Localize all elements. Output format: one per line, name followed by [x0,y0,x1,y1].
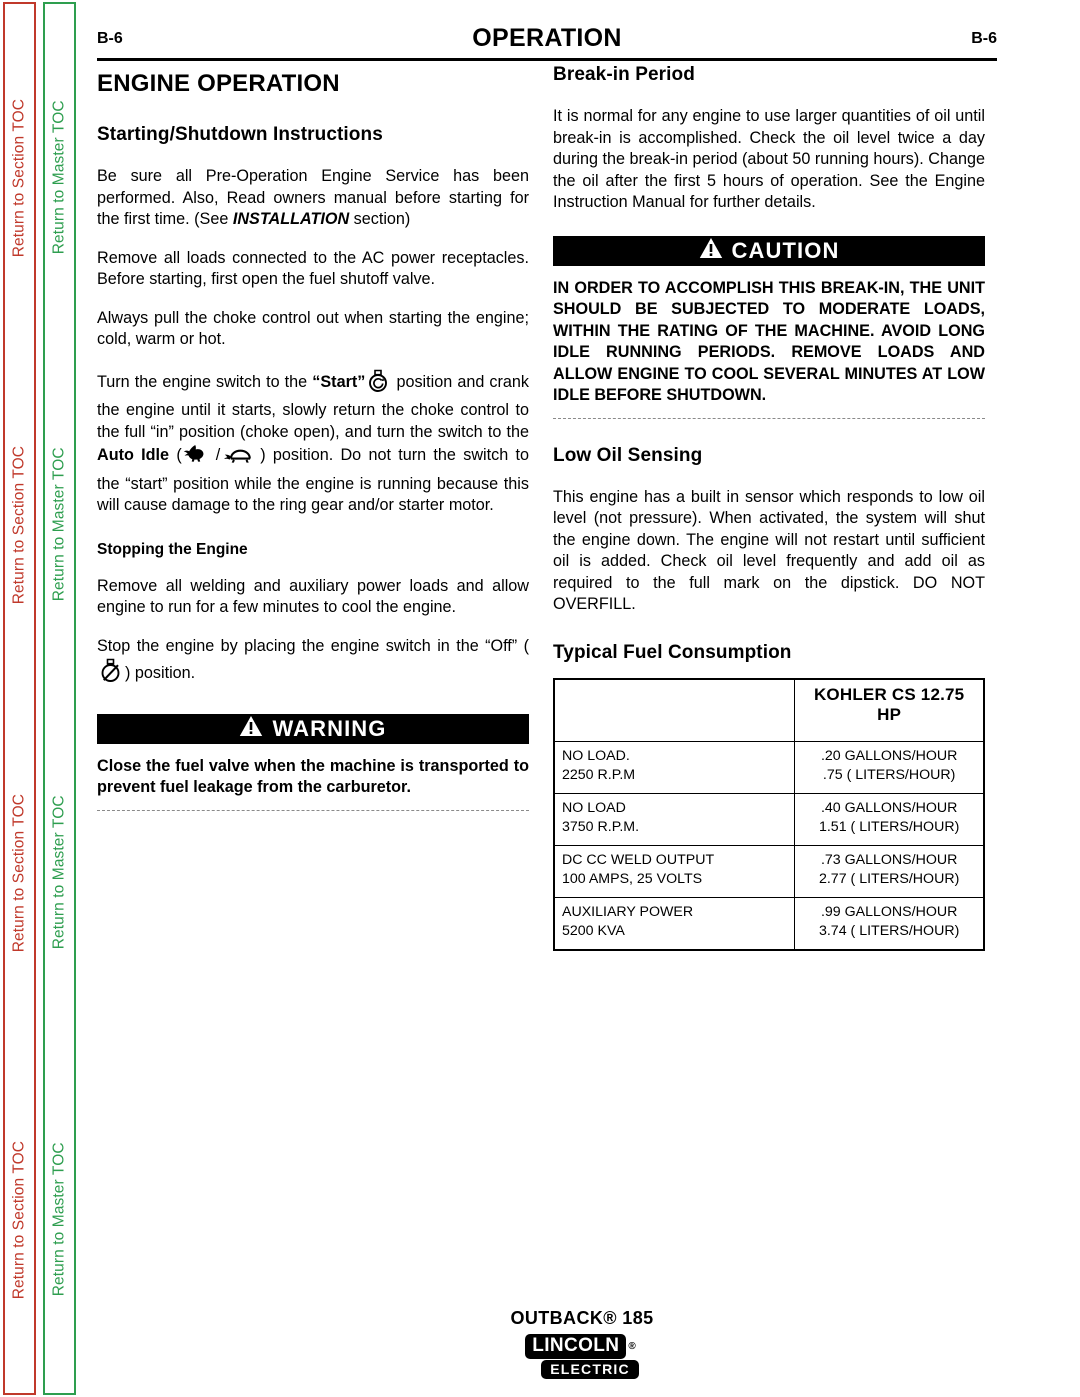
turtle-icon [220,445,260,474]
consumption-gallons: .20 GALLONS/HOUR [820,747,958,764]
heading-low-oil-sensing: Low Oil Sensing [553,444,703,466]
condition-line-2: 5200 KVA [562,922,625,939]
caution-triangle-icon [699,237,723,264]
heading-stopping-engine: Stopping the Engine [97,540,248,558]
page-title: OPERATION [472,24,622,52]
condition-line-1: AUXILIARY POWER [562,903,694,920]
sidebar-item-section-toc[interactable]: Return to Section TOC [5,699,34,1046]
caution-banner: CAUTION [553,235,985,266]
rabbit-icon [182,443,216,474]
consumption-gallons: .40 GALLONS/HOUR [820,799,958,816]
condition-line-2: 100 AMPS, 25 VOLTS [562,870,703,887]
right-column: Break-in Period It is normal for any eng… [553,64,985,951]
product-model-label: OUTBACK® 185 [510,1308,654,1328]
table-cell-consumption: .40 GALLONS/HOUR 1.51 ( LITERS/HOUR) [794,792,985,846]
consumption-gallons: .73 GALLONS/HOUR [820,851,958,868]
condition-line-1: NO LOAD. [562,747,630,764]
paragraph-break-in: It is normal for any engine to use large… [553,107,985,211]
toc-rail: Return to Section TOC Return to Section … [0,0,84,1397]
paragraph-pre-operation: Be sure all Pre-Operation Engine Service… [97,166,529,231]
ignition-off-icon [97,657,125,692]
heading-starting-shutdown: Starting/Shutdown Instructions [97,124,383,145]
ignition-start-icon [365,368,391,401]
heading-break-in-period: Break-in Period [553,64,695,85]
page-header: B-6 OPERATION B-6 [97,24,997,58]
sidebar-item-section-toc[interactable]: Return to Section TOC [5,351,34,698]
header-rule [97,58,997,61]
paragraph-text: ) position. [125,664,196,682]
warning-banner-label: WARNING [272,715,387,741]
table-cell-condition: NO LOAD. 2250 R.P.M [553,740,796,794]
consumption-liters: .75 ( LITERS/HOUR) [822,766,956,783]
warning-triangle-icon [239,715,263,742]
section-heading: ENGINE OPERATION [97,70,340,97]
paragraph-remove-welding-loads: Remove all welding and auxiliary power l… [97,576,529,617]
paragraph-text-tail: section) [349,210,411,228]
table-row: NO LOAD 3750 R.P.M. .40 GALLONS/HOUR 1.5… [553,792,985,846]
fuel-consumption-table: KOHLER CS 12.75 HP NO LOAD. 2250 R.P.M .… [553,677,985,951]
table-cell-condition: DC CC WELD OUTPUT 100 AMPS, 25 VOLTS [553,844,796,898]
table-header-model-cell: KOHLER CS 12.75 HP [794,678,985,742]
paragraph-remove-loads: Remove all loads connected to the AC pow… [97,248,529,289]
table-header-blank-cell [553,678,796,742]
warning-banner: WARNING [97,713,529,744]
heading-typical-fuel-consumption: Typical Fuel Consumption [553,641,792,663]
sidebar-item-master-toc[interactable]: Return to Master TOC [45,1046,74,1393]
left-column: ENGINE OPERATION Starting/Shutdown Instr… [97,64,529,811]
condition-line-2: 3750 R.P.M. [562,818,640,835]
paragraph-start-procedure: Turn the engine switch to the “Start” po… [97,368,529,517]
paragraph-text: ( [169,446,182,464]
paragraph-low-oil-sensing: This engine has a built in sensor which … [553,487,985,614]
warning-body-text: Close the fuel valve when the machine is… [97,756,529,797]
master-toc-tab-column[interactable]: Return to Master TOC Return to Master TO… [43,2,76,1395]
sidebar-item-section-toc[interactable]: Return to Section TOC [5,1046,34,1393]
logo-registered-icon: ® [628,1341,636,1352]
consumption-liters: 3.74 ( LITERS/HOUR) [818,922,960,939]
page-content: B-6 OPERATION B-6 ENGINE OPERATION Start… [84,0,1080,1397]
page-number-right: B-6 [971,30,997,47]
table-cell-condition: AUXILIARY POWER 5200 KVA [553,896,796,950]
paragraph-stop-engine: Stop the engine by placing the engine sw… [97,636,529,692]
table-row: NO LOAD. 2250 R.P.M .20 GALLONS/HOUR .75… [553,740,985,794]
caution-dashed-rule [553,417,985,419]
table-cell-consumption: .20 GALLONS/HOUR .75 ( LITERS/HOUR) [794,740,985,794]
lincoln-electric-logo: LINCOLN ® ELECTRIC [525,1334,639,1379]
sidebar-item-master-toc[interactable]: Return to Master TOC [45,4,74,351]
caution-body-text: IN ORDER TO ACCOMPLISH THIS BREAK-IN, TH… [553,278,985,405]
page-footer: OUTBACK® 185 LINCOLN ® ELECTRIC [84,1308,1080,1379]
warning-dashed-rule [97,809,529,811]
condition-line-2: 2250 R.P.M [562,766,636,783]
table-cell-consumption: .73 GALLONS/HOUR 2.77 ( LITERS/HOUR) [794,844,985,898]
consumption-liters: 2.77 ( LITERS/HOUR) [818,870,960,887]
auto-idle-label: Auto Idle [97,446,170,464]
logo-electric-text: ELECTRIC [541,1360,639,1379]
table-row: DC CC WELD OUTPUT 100 AMPS, 25 VOLTS .73… [553,844,985,898]
consumption-gallons: .99 GALLONS/HOUR [820,903,958,920]
installation-emphasis: INSTALLATION [232,210,350,228]
sidebar-item-section-toc[interactable]: Return to Section TOC [5,4,34,351]
condition-line-1: NO LOAD [562,799,626,816]
table-header-row: KOHLER CS 12.75 HP [553,678,985,742]
caution-banner-label: CAUTION [731,237,840,263]
paragraph-choke-control: Always pull the choke control out when s… [97,308,529,349]
table-cell-condition: NO LOAD 3750 R.P.M. [553,792,796,846]
table-row: AUXILIARY POWER 5200 KVA .99 GALLONS/HOU… [553,896,985,950]
condition-line-1: DC CC WELD OUTPUT [562,851,715,868]
paragraph-text: Stop the engine by placing the engine sw… [97,636,529,655]
start-label: “Start” [312,372,366,391]
logo-row-secondary: ELECTRIC [541,1360,639,1379]
fuel-table-body: KOHLER CS 12.75 HP NO LOAD. 2250 R.P.M .… [553,678,985,950]
section-toc-tab-column[interactable]: Return to Section TOC Return to Section … [3,2,36,1395]
table-cell-consumption: .99 GALLONS/HOUR 3.74 ( LITERS/HOUR) [794,896,985,950]
consumption-liters: 1.51 ( LITERS/HOUR) [818,818,960,835]
paragraph-text: Turn the engine switch to the [97,372,313,391]
logo-row-primary: LINCOLN ® [525,1334,636,1359]
sidebar-item-master-toc[interactable]: Return to Master TOC [45,351,74,698]
sidebar-item-master-toc[interactable]: Return to Master TOC [45,699,74,1046]
logo-lincoln-text: LINCOLN [525,1334,627,1359]
